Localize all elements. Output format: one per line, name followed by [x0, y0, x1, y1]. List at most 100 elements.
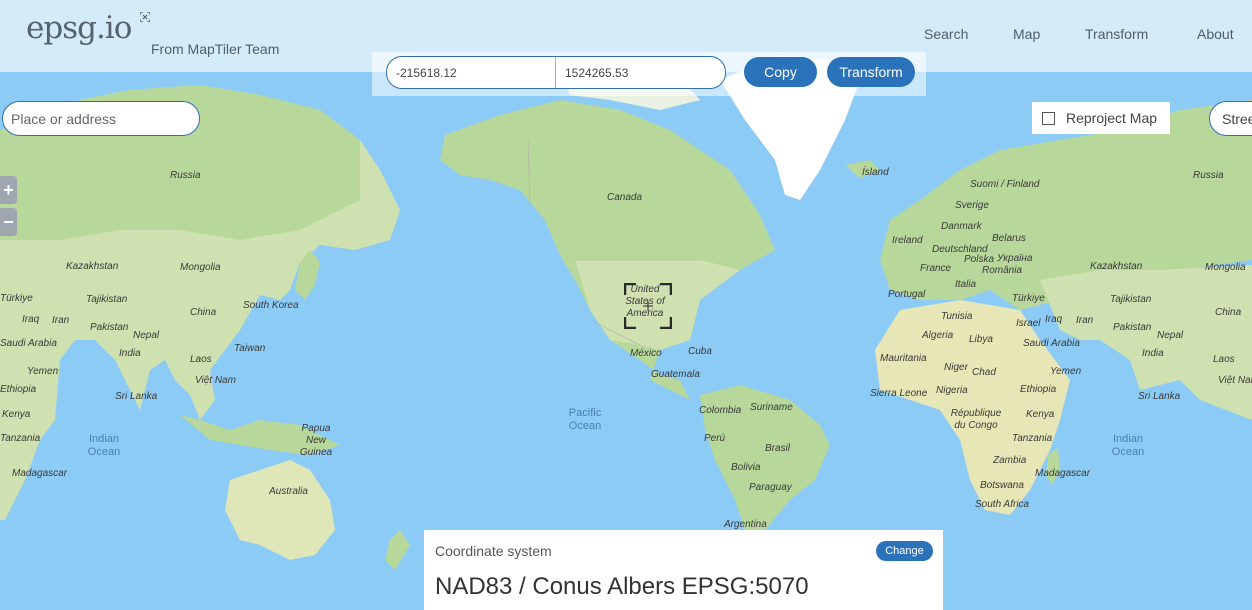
label-portugal: Portugal	[888, 289, 926, 300]
label-kenya-west: Kenya	[2, 409, 31, 420]
label-suomi: Suomi / Finland	[970, 179, 1040, 190]
label-kazakhstan-east: Kazakhstan	[1090, 261, 1143, 272]
transform-button[interactable]: Transform	[827, 57, 915, 87]
label-belarus: Belarus	[992, 233, 1026, 244]
label-mexico: México	[630, 348, 662, 359]
label-china-east: China	[1215, 307, 1242, 318]
label-turkiye-west: Türkiye	[0, 293, 33, 304]
label-romania: România	[982, 265, 1023, 276]
label-nigeria: Nigeria	[936, 385, 968, 396]
label-suriname: Suriname	[750, 402, 793, 413]
place-search-input[interactable]	[2, 101, 200, 136]
fullscreen-icon	[140, 12, 150, 22]
label-kenya-east: Kenya	[1026, 409, 1055, 420]
label-iran-west: Iran	[52, 315, 70, 326]
label-ethiopia-west: Ethiopia	[0, 384, 37, 395]
nav-search[interactable]: Search	[924, 26, 968, 42]
label-mongolia-west: Mongolia	[180, 262, 221, 273]
label-nepal-west: Nepal	[133, 330, 160, 341]
nav-about[interactable]: About	[1197, 26, 1234, 42]
label-ireland: Ireland	[892, 235, 923, 246]
label-indian-ocean-east: Indian Ocean	[1111, 433, 1145, 458]
label-russia-east: Russia	[1193, 170, 1224, 181]
label-srilanka-east: Sri Lanka	[1138, 391, 1181, 402]
label-south-korea: South Korea	[243, 300, 299, 311]
basemap-select[interactable]: Streets	[1209, 101, 1252, 136]
label-rdc: République du Congo	[950, 408, 1002, 431]
label-pakistan-west: Pakistan	[90, 322, 129, 333]
label-india-west: India	[119, 348, 141, 359]
copy-button[interactable]: Copy	[744, 57, 817, 87]
label-tajikistan-east: Tajikistan	[1110, 294, 1152, 305]
label-kazakhstan-west: Kazakhstan	[66, 261, 119, 272]
nav-transform[interactable]: Transform	[1085, 26, 1148, 42]
label-madagascar-east: Madagascar	[1035, 468, 1091, 479]
label-saudi-east: Saudi Arabia	[1023, 338, 1080, 349]
label-peru: Perú	[704, 433, 726, 444]
label-laos-east: Laos	[1213, 354, 1235, 365]
label-ethiopia-east: Ethiopia	[1020, 384, 1057, 395]
label-mauritania: Mauritania	[880, 353, 927, 364]
label-israel: Israel	[1016, 318, 1041, 329]
label-australia: Australia	[269, 486, 308, 497]
label-tunisia: Tunisia	[941, 311, 973, 322]
label-chad: Chad	[972, 367, 996, 378]
label-france: France	[920, 263, 952, 274]
basemap-selected-value: Streets	[1222, 110, 1252, 127]
label-tanzania-east: Tanzania	[1012, 433, 1053, 444]
label-yemen-east: Yemen	[1050, 366, 1082, 377]
label-turkiye-east: Türkiye	[1012, 293, 1045, 304]
label-guatemala: Guatemala	[651, 369, 700, 380]
label-cuba: Cuba	[688, 346, 712, 357]
label-niger: Niger	[944, 362, 968, 373]
reproject-map-toggle[interactable]: Reproject Map	[1032, 102, 1170, 134]
crs-label: Coordinate system	[435, 543, 552, 559]
change-crs-button[interactable]: Change	[876, 541, 933, 561]
label-tanzania-west: Tanzania	[0, 433, 41, 444]
label-vietnam-east: Việt Nam	[1218, 375, 1252, 386]
label-india-east: India	[1142, 348, 1164, 359]
crs-value: NAD83 / Conus Albers EPSG:5070	[435, 573, 809, 600]
label-polska: Polska	[964, 254, 995, 265]
label-italia: Italia	[955, 279, 977, 290]
label-srilanka-west: Sri Lanka	[115, 391, 158, 402]
label-sverige: Sverige	[955, 200, 989, 211]
label-botswana: Botswana	[980, 480, 1024, 491]
zoom-in-button[interactable]: +	[0, 176, 17, 204]
label-iraq-east: Iraq	[1045, 314, 1063, 325]
label-laos-west: Laos	[190, 354, 212, 365]
label-vietnam-west: Việt Nam	[195, 375, 236, 386]
label-sierra-leone: Sierra Leone	[870, 388, 928, 399]
label-mongolia-east: Mongolia	[1205, 262, 1246, 273]
label-libya: Libya	[969, 334, 993, 345]
tagline: From MapTiler Team	[151, 41, 280, 57]
label-colombia: Colombia	[699, 405, 742, 416]
nav-map[interactable]: Map	[1013, 26, 1040, 42]
target-crosshair-icon	[624, 283, 672, 329]
logo-text[interactable]: epsg.io	[26, 10, 132, 46]
label-pacific-ocean: Pacific Ocean	[568, 407, 602, 432]
label-papua-new-guinea: Papua New Guinea	[299, 423, 333, 458]
label-zambia: Zambia	[993, 455, 1027, 466]
x-coordinate-input[interactable]	[387, 57, 555, 88]
y-coordinate-input[interactable]	[556, 57, 725, 88]
zoom-out-button[interactable]: −	[0, 208, 17, 236]
coordinate-input-group	[386, 56, 726, 89]
label-indian-ocean-west: Indian Ocean	[87, 433, 121, 458]
reproject-label: Reproject Map	[1066, 110, 1158, 126]
label-brasil: Brasil	[765, 443, 791, 454]
label-danmark: Danmark	[941, 221, 982, 232]
label-iran-east: Iran	[1076, 315, 1094, 326]
label-ukraina: Україна	[997, 253, 1033, 264]
label-saudi-west: Saudi Arabia	[0, 338, 57, 349]
label-bolivia: Bolivia	[731, 462, 761, 473]
label-pakistan-east: Pakistan	[1113, 322, 1152, 333]
coordinate-system-panel: Coordinate system Change NAD83 / Conus A…	[424, 530, 943, 610]
label-algeria: Algeria	[922, 330, 954, 341]
label-taiwan: Taiwan	[234, 343, 266, 354]
reproject-checkbox[interactable]	[1042, 111, 1055, 125]
label-south-africa: South Africa	[975, 499, 1030, 510]
label-tajikistan-west: Tajikistan	[86, 294, 128, 305]
label-china-west: China	[190, 307, 217, 318]
label-russia-west: Russia	[170, 170, 201, 181]
